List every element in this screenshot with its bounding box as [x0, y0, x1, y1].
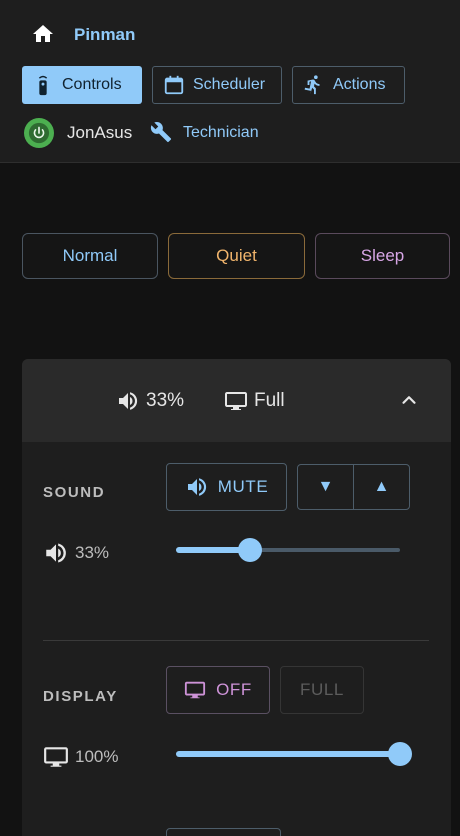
- volume-down-button[interactable]: ▼: [298, 465, 353, 509]
- section-divider: [43, 640, 429, 641]
- display-full-button[interactable]: FULL: [280, 666, 364, 714]
- display-section-label: DISPLAY: [43, 688, 118, 705]
- display-level-text: 100%: [75, 747, 119, 766]
- monitor-icon: [224, 389, 248, 413]
- volume-slider-thumb[interactable]: [237, 538, 262, 562]
- tab-controls[interactable]: Controls: [22, 66, 142, 104]
- user-name: JonAsus: [67, 123, 133, 142]
- sound-level-readout: 33%: [43, 540, 109, 566]
- sound-level-text: 33%: [75, 543, 110, 562]
- user-role[interactable]: Technician: [183, 124, 259, 142]
- app-header: Pinman Controls Scheduler Actions JonAsu…: [0, 0, 460, 163]
- running-person-icon: [303, 74, 325, 96]
- controls-card: 33% Full SOUND MUTE ▼ ▲ 33% DISPLAY OFF …: [22, 359, 451, 836]
- power-icon: [28, 122, 50, 144]
- display-slider-fill: [176, 751, 400, 757]
- volume-icon: [116, 389, 140, 413]
- tab-scheduler-label: Scheduler: [193, 76, 266, 93]
- display-summary-value: Full: [254, 390, 285, 411]
- next-section-button[interactable]: [166, 828, 281, 836]
- tab-actions[interactable]: Actions: [292, 66, 405, 104]
- mute-button[interactable]: MUTE: [166, 463, 287, 511]
- display-off-button[interactable]: OFF: [166, 666, 270, 714]
- mute-button-label: MUTE: [217, 477, 269, 496]
- mode-normal-button[interactable]: Normal: [22, 233, 158, 279]
- tab-scheduler[interactable]: Scheduler: [152, 66, 282, 104]
- volume-up-button[interactable]: ▲: [353, 465, 409, 509]
- display-off-label: OFF: [216, 680, 252, 699]
- chevron-up-icon[interactable]: [398, 389, 420, 411]
- display-summary: Full: [224, 389, 285, 413]
- display-slider[interactable]: [176, 741, 412, 767]
- volume-icon: [187, 478, 206, 496]
- volume-icon: [43, 540, 69, 566]
- mode-quiet-button[interactable]: Quiet: [168, 233, 305, 279]
- user-status-avatar[interactable]: [24, 118, 54, 148]
- sound-section-label: SOUND: [43, 484, 106, 501]
- home-icon[interactable]: [30, 22, 56, 46]
- remote-icon: [32, 74, 54, 96]
- wrench-icon: [150, 121, 172, 143]
- controls-card-header[interactable]: 33% Full: [22, 359, 451, 442]
- volume-summary: 33%: [116, 389, 184, 413]
- app-title[interactable]: Pinman: [74, 25, 135, 45]
- monitor-icon: [185, 681, 206, 699]
- volume-slider[interactable]: [176, 537, 400, 563]
- display-slider-thumb[interactable]: [388, 742, 412, 766]
- calendar-icon: [163, 74, 185, 96]
- monitor-icon: [43, 744, 69, 770]
- tab-actions-label: Actions: [333, 76, 386, 93]
- display-level-readout: 100%: [43, 744, 118, 770]
- mode-sleep-button[interactable]: Sleep: [315, 233, 450, 279]
- volume-summary-value: 33%: [146, 390, 185, 411]
- volume-stepper: ▼ ▲: [297, 464, 410, 510]
- tab-controls-label: Controls: [62, 76, 122, 93]
